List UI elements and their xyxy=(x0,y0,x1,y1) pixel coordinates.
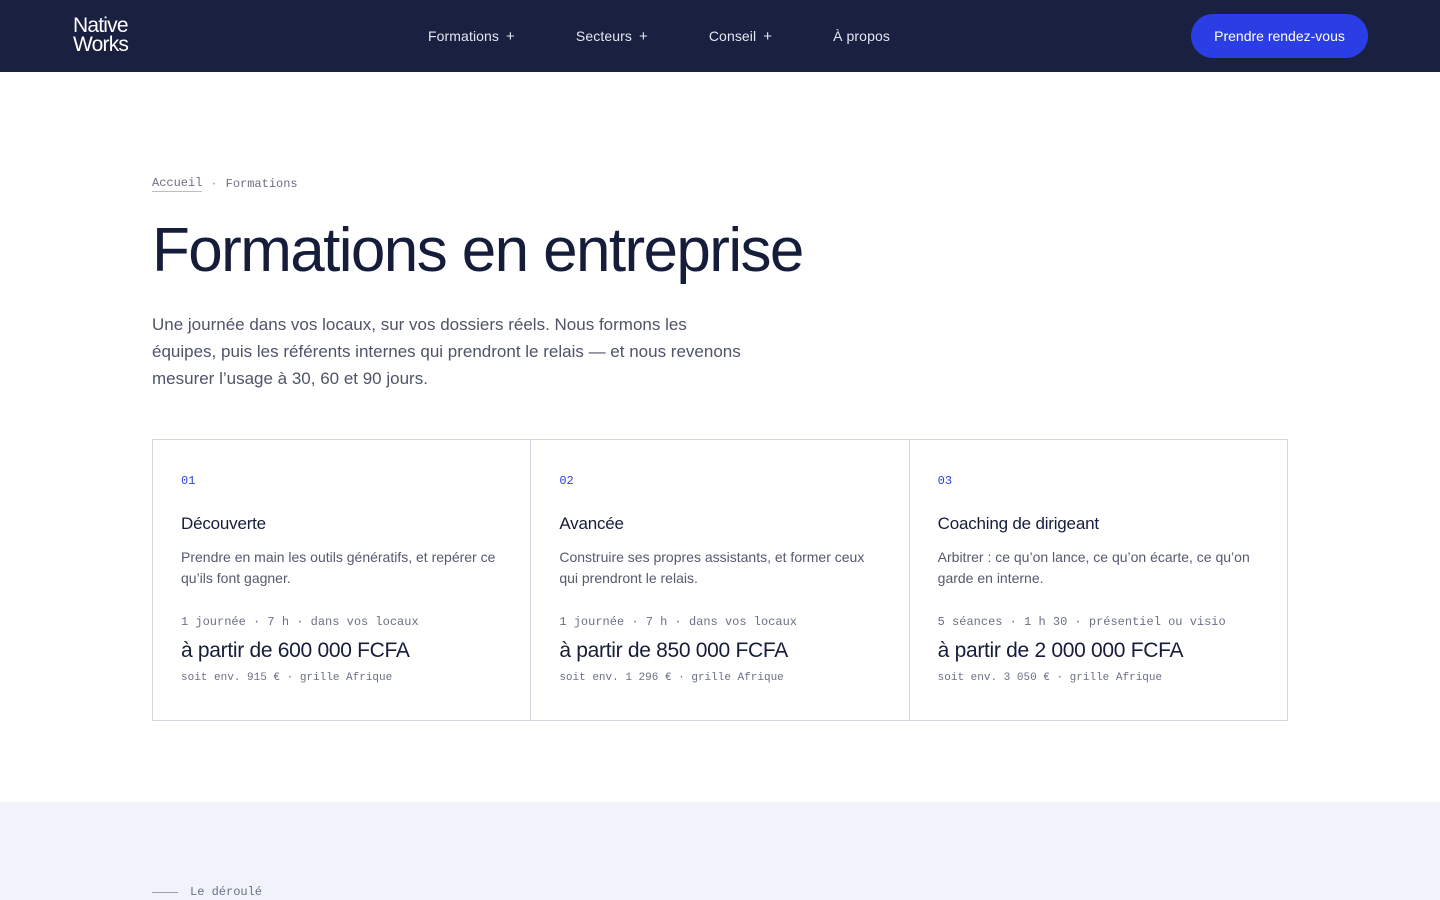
nav-item-a-propos[interactable]: À propos xyxy=(833,28,890,44)
breadcrumb-current: Formations xyxy=(225,177,298,191)
plus-icon: + xyxy=(638,27,648,45)
offer-price-note: soit env. 3 050 € · grille Afrique xyxy=(937,672,1163,684)
book-appointment-button[interactable]: Prendre rendez-vous xyxy=(1191,14,1368,58)
logo[interactable]: Native Works xyxy=(73,15,143,56)
breadcrumb-home-link[interactable]: Accueil xyxy=(152,176,203,192)
offer-meta: 1 journée · 7 h · dans vos locaux xyxy=(181,615,419,629)
offer-title: Coaching de dirigeant xyxy=(937,514,1099,533)
offer-price-note: soit env. 1 296 € · grille Afrique xyxy=(559,672,784,684)
plus-icon: + xyxy=(763,27,773,45)
offers-grid: 01 Découverte Prendre en main les outils… xyxy=(152,439,1288,721)
nav-item-conseil[interactable]: Conseil + xyxy=(709,28,772,45)
offer-title: Avancée xyxy=(559,514,624,533)
site-header: Native Works Formations + Secteurs + Con… xyxy=(0,0,1440,72)
nav-item-label: Formations xyxy=(428,28,500,44)
offer-description: Construire ses propres assistants, et fo… xyxy=(559,549,865,586)
offer-number: 01 xyxy=(181,474,196,488)
offer-number: 03 xyxy=(937,474,953,488)
offer-card-avancee[interactable]: 02 Avancée Construire ses propres assist… xyxy=(531,440,910,720)
offer-description: Arbitrer : ce qu’on lance, ce qu’on écar… xyxy=(937,549,1250,586)
offer-card-coaching[interactable]: 03 Coaching de dirigeant Arbitrer : ce q… xyxy=(910,440,1287,720)
offer-description: Prendre en main les outils génératifs, e… xyxy=(181,549,496,586)
offer-number: 02 xyxy=(559,474,574,488)
plus-icon: + xyxy=(506,27,515,45)
logo-line-2: Works xyxy=(73,33,129,56)
nav-item-label: Conseil xyxy=(708,28,757,44)
offer-price: à partir de 850 000 FCFA xyxy=(559,639,788,662)
offer-price: à partir de 2 000 000 FCFA xyxy=(937,639,1184,662)
offer-price-note: soit env. 915 € · grille Afrique xyxy=(181,672,393,684)
eyebrow-rule xyxy=(152,891,178,893)
offer-meta: 1 journée · 7 h · dans vos locaux xyxy=(559,615,797,629)
nav-item-label: À propos xyxy=(833,28,890,44)
intro-text: Une journée dans vos locaux, sur vos dos… xyxy=(152,315,741,388)
main-nav: Formations + Secteurs + Conseil + À prop… xyxy=(428,26,890,46)
offer-meta: 5 séances · 1 h 30 · présentiel ou visio xyxy=(937,615,1226,629)
section-eyebrow: Le déroulé xyxy=(152,885,262,899)
offer-title: Découverte xyxy=(181,514,266,533)
breadcrumb-separator: · xyxy=(210,177,218,191)
process-section: Le déroulé xyxy=(0,802,1440,900)
eyebrow-label: Le déroulé xyxy=(190,885,263,899)
offer-card-decouverte[interactable]: 01 Découverte Prendre en main les outils… xyxy=(153,440,532,720)
nav-item-secteurs[interactable]: Secteurs + xyxy=(576,28,648,45)
offer-price: à partir de 600 000 FCFA xyxy=(181,639,410,662)
nav-item-formations[interactable]: Formations + xyxy=(428,28,515,45)
page-title: Formations en entreprise xyxy=(152,216,804,285)
nav-item-label: Secteurs xyxy=(575,28,632,44)
breadcrumb: Accueil · Formations xyxy=(152,175,298,193)
